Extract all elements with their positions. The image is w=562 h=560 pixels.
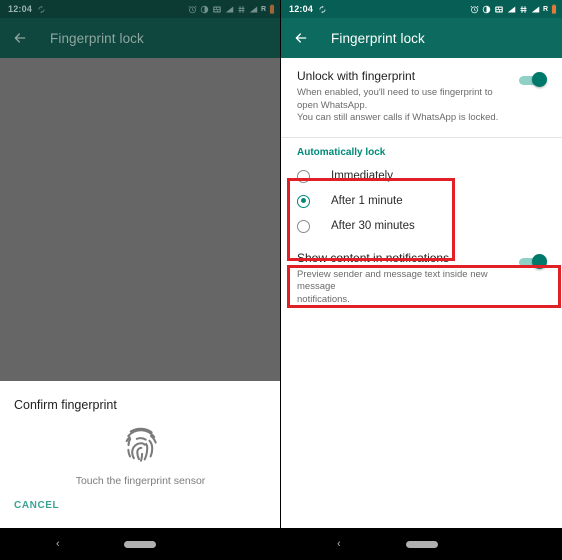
cancel-button[interactable]: CANCEL [0, 487, 280, 511]
unlock-toggle-switch[interactable] [518, 71, 548, 89]
toggle-thumb [532, 72, 547, 87]
page-title: Fingerprint lock [50, 30, 144, 46]
radio-row-after-1-minute[interactable]: After 1 minute [281, 189, 562, 214]
toggle-thumb [532, 253, 547, 269]
sheet-title: Confirm fingerprint [14, 398, 117, 412]
vibrate-icon [238, 5, 245, 13]
contrast-icon [200, 5, 209, 13]
radio-icon-after-1-minute[interactable] [297, 194, 310, 208]
battery-icon [551, 4, 557, 14]
confirm-fingerprint-sheet: Confirm fingerprint Touch the fingerprin… [0, 381, 280, 528]
notifications-text-block: Show content in notifications Preview se… [297, 251, 518, 307]
sheet-hint-text: Touch the fingerprint sensor [75, 475, 206, 487]
unlock-title: Unlock with fingerprint [297, 69, 416, 83]
right-phone-panel: 12:04 R Fingerprint lock Unlock with fin… [281, 0, 562, 560]
signal-icon-1 [225, 6, 234, 12]
back-arrow-icon[interactable] [12, 30, 28, 46]
unlock-with-fingerprint-row[interactable]: Unlock with fingerprint When enabled, yo… [281, 58, 562, 137]
nav-back-button[interactable]: ‹ [56, 538, 60, 550]
sync-icon [38, 5, 45, 13]
fingerprint-icon [125, 427, 157, 462]
back-arrow-icon[interactable] [293, 30, 309, 46]
alarm-icon [470, 5, 479, 13]
notifications-toggle-switch[interactable] [518, 253, 548, 271]
settings-content: Unlock with fingerprint When enabled, yo… [281, 58, 562, 528]
left-phone-panel: 12:04 R Fingerprint lock Unlock with [0, 0, 281, 560]
status-clock: 12:04 [8, 4, 33, 14]
radio-label-after-1-minute: After 1 minute [331, 195, 403, 207]
signal-icon-1 [507, 6, 516, 12]
sync-icon [319, 5, 326, 13]
nav-home-pill[interactable] [124, 540, 156, 548]
status-bar: 12:04 R [281, 0, 562, 18]
radio-row-after-30-minutes[interactable]: After 30 minutes [281, 214, 562, 239]
autolock-radio-group: Immediately After 1 minute After 30 minu… [281, 162, 562, 241]
radio-label-immediately: Immediately [331, 170, 393, 182]
signal-icon-2 [249, 6, 258, 12]
unlock-text-block: Unlock with fingerprint When enabled, yo… [297, 69, 518, 125]
screenshot-icon [495, 6, 503, 12]
radio-row-immediately[interactable]: Immediately [281, 164, 562, 189]
status-bar-left: 12:04 [289, 4, 470, 14]
vibrate-icon [520, 5, 527, 13]
radio-icon-immediately[interactable] [297, 169, 310, 183]
radio-icon-after-30-minutes[interactable] [297, 219, 310, 233]
unlock-subtitle-line1: When enabled, you'll need to use fingerp… [297, 87, 493, 111]
screenshot-icon [213, 6, 221, 12]
radio-label-after-30-minutes: After 30 minutes [331, 220, 415, 232]
show-content-in-notifications-row[interactable]: Show content in notifications Preview se… [281, 241, 562, 319]
screenshot-root: 12:04 R Fingerprint lock Unlock with [0, 0, 562, 560]
nav-bar: ‹ [281, 528, 562, 560]
notifications-subtitle-line1: Preview sender and message text inside n… [297, 268, 488, 293]
nav-back-button[interactable]: ‹ [337, 538, 341, 550]
app-bar: Fingerprint lock [281, 18, 562, 58]
signal-icon-2 [531, 6, 540, 12]
page-title: Fingerprint lock [331, 30, 425, 46]
notifications-subtitle-line2: notifications. [297, 293, 350, 305]
status-bar-left: 12:04 [8, 4, 188, 14]
status-clock: 12:04 [289, 4, 314, 14]
settings-content: Unlock with fingerprint When enabled, yo… [0, 58, 280, 528]
nav-home-pill[interactable] [405, 540, 438, 548]
app-bar: Fingerprint lock [0, 18, 280, 58]
nav-bar: ‹ [0, 528, 280, 560]
battery-icon [269, 4, 275, 14]
status-bar-icons: R [470, 4, 557, 14]
roaming-letter: R [260, 5, 266, 13]
notifications-title: Show content in notifications [297, 250, 450, 265]
status-bar: 12:04 R [0, 0, 280, 18]
contrast-icon [482, 5, 491, 13]
status-bar-icons: R [188, 4, 275, 14]
fingerprint-icon-wrap [0, 422, 280, 466]
unlock-subtitle-line2: You can still answer calls if WhatsApp i… [297, 112, 499, 123]
alarm-icon [188, 5, 197, 13]
automatically-lock-header: Automatically lock [297, 146, 386, 158]
roaming-letter: R [542, 5, 548, 13]
